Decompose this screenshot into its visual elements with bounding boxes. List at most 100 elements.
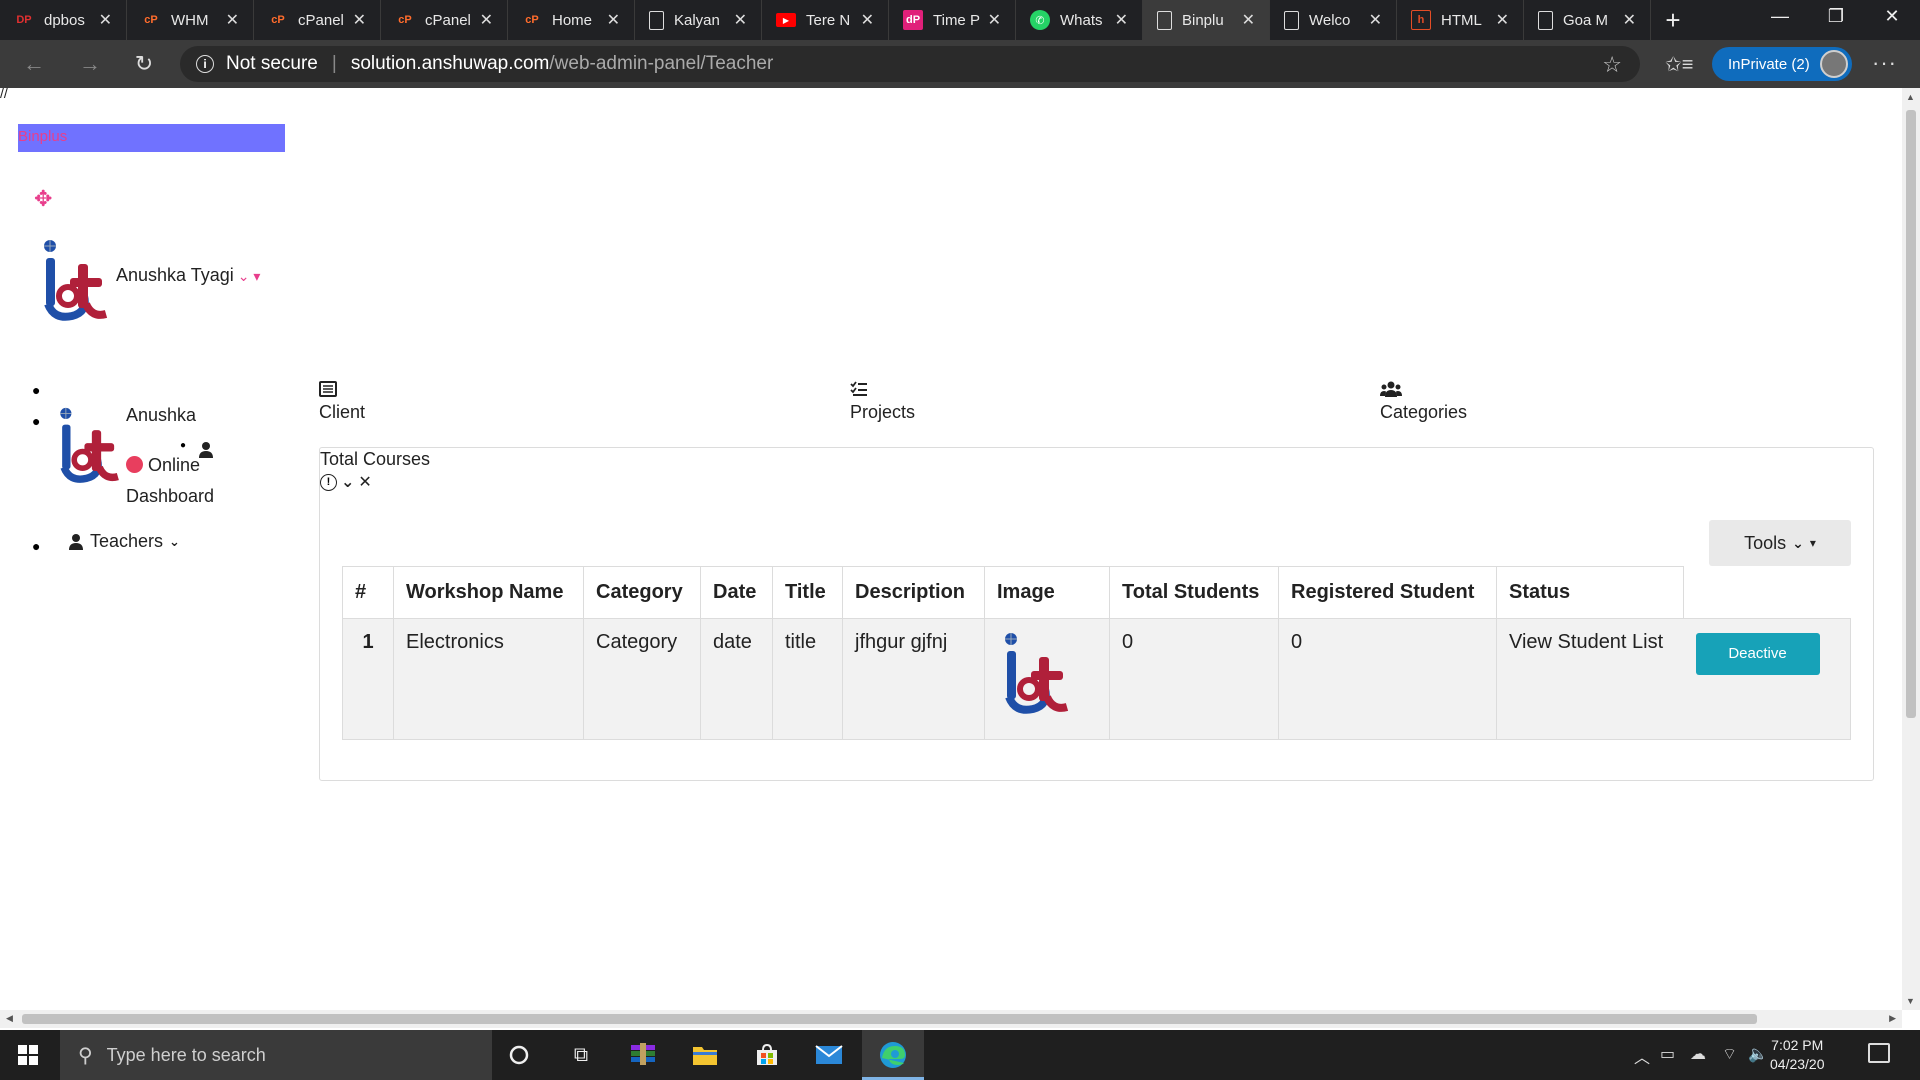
browser-tab[interactable]: cP cPanel ✕ — [381, 0, 508, 40]
brand-bar[interactable]: Binplus — [18, 124, 285, 152]
deactive-button[interactable]: Deactive — [1695, 633, 1820, 675]
nav-projects[interactable]: Projects — [850, 378, 915, 423]
refresh-icon[interactable]: ↻ — [128, 48, 160, 80]
tools-dropdown-button[interactable]: Tools ⌄ ▾ — [1709, 520, 1851, 566]
title-cell: title — [772, 618, 843, 740]
view-student-list-link[interactable]: View Student List — [1496, 618, 1684, 740]
close-icon[interactable]: ✕ — [1496, 10, 1509, 30]
dp-favicon-icon: DP — [16, 14, 32, 26]
scroll-right-icon[interactable]: ▶ — [1889, 1013, 1896, 1024]
back-icon[interactable]: ← — [18, 48, 50, 80]
taskbar: ⚲ Type here to search ⧉ ︿ ▭ ☁ ⌔ 🔈 7:02 P… — [0, 1030, 1920, 1080]
close-icon[interactable]: ✕ — [353, 10, 366, 30]
browser-tab[interactable]: cP Home ✕ — [508, 0, 635, 40]
taskbar-search-input[interactable]: ⚲ Type here to search — [60, 1030, 492, 1080]
store-icon[interactable] — [752, 1040, 782, 1070]
url-host: solution.anshuwap.com — [350, 53, 550, 74]
clock[interactable]: 7:02 PM 04/23/20 — [1770, 1036, 1825, 1074]
favorites-icon[interactable]: ✩≡ — [1665, 52, 1693, 77]
column-header: Total Students — [1109, 566, 1279, 619]
sidebar-item-teachers[interactable]: Teachers ⌄ — [68, 531, 180, 552]
user-menu[interactable]: Anushka Tyagi ⌄ ▾ — [116, 265, 260, 286]
scroll-down-icon[interactable]: ▼ — [1906, 996, 1915, 1006]
minimize-icon[interactable]: — — [1752, 0, 1808, 32]
close-icon[interactable]: ✕ — [988, 10, 1001, 30]
wifi-icon[interactable]: ⌔ — [1722, 1044, 1737, 1064]
tab-title: Tere N — [806, 11, 851, 29]
vertical-scrollbar[interactable]: ▲ ▼ — [1902, 88, 1920, 1010]
battery-icon[interactable]: ▭ — [1660, 1044, 1675, 1064]
sidebar-user-name: Anushka — [126, 405, 197, 425]
horizontal-scrollbar[interactable]: ◀ ▶ — [0, 1010, 1902, 1028]
logo-icon — [44, 240, 108, 321]
nav-client[interactable]: Client — [319, 378, 365, 423]
close-icon[interactable]: ✕ — [1242, 10, 1255, 30]
scroll-left-icon[interactable]: ◀ — [6, 1013, 13, 1024]
browser-tab[interactable]: Welco ✕ — [1270, 0, 1397, 40]
close-icon[interactable]: ✕ — [226, 10, 239, 30]
browser-tab[interactable]: dP Time P ✕ — [889, 0, 1016, 40]
tab-title: Whats — [1060, 11, 1103, 29]
online-status-label: Online — [148, 455, 201, 475]
sidebar-logo-icon — [60, 407, 119, 483]
inprivate-button[interactable]: InPrivate (2) — [1712, 47, 1852, 81]
close-icon[interactable]: ✕ — [1115, 10, 1128, 30]
windows-start-icon[interactable] — [18, 1045, 38, 1065]
nav-categories[interactable]: Categories — [1380, 378, 1467, 423]
edge-taskbar-button[interactable] — [862, 1030, 924, 1080]
browser-tab-strip: DP dpbos ✕ cP WHM ✕ cP cPanel ✕ cP cPane… — [0, 0, 1920, 40]
close-icon[interactable]: ✕ — [1623, 10, 1636, 30]
task-view-icon[interactable]: ⧉ — [566, 1040, 596, 1070]
close-icon[interactable]: ✕ — [99, 10, 112, 30]
forward-icon[interactable]: → — [74, 48, 106, 80]
info-icon[interactable]: ! — [320, 473, 337, 491]
list-bullet: ● — [32, 382, 41, 398]
dp-favicon-icon: dP — [903, 10, 923, 30]
browser-tab[interactable]: Kalyan ✕ — [635, 0, 762, 40]
close-icon[interactable]: ✕ — [607, 10, 620, 30]
new-tab-button[interactable]: + — [1651, 0, 1695, 40]
star-icon[interactable]: ☆ — [1602, 52, 1622, 78]
close-icon[interactable]: ✕ — [480, 10, 493, 30]
volume-icon[interactable]: 🔈 — [1748, 1044, 1768, 1064]
url-field[interactable]: i Not secure | solution.anshuwap.com/web… — [180, 46, 1640, 82]
url-separator: | — [331, 53, 337, 74]
move-icon[interactable]: ✥ — [34, 186, 52, 212]
browser-tab[interactable]: Goa M ✕ — [1524, 0, 1651, 40]
notification-icon[interactable] — [1868, 1043, 1890, 1063]
tab-title: Binplu — [1182, 11, 1224, 29]
table-row: 1 Electronics Category date title jfhgur… — [342, 618, 1851, 740]
browser-tab[interactable]: ✆ Whats ✕ — [1016, 0, 1143, 40]
html-favicon-icon: h — [1411, 10, 1431, 30]
scroll-thumb[interactable] — [22, 1014, 1757, 1024]
description-cell: jfhgur gjfnj — [842, 618, 985, 740]
browser-tab-active[interactable]: Binplu ✕ — [1143, 0, 1270, 40]
sidebar-item-dashboard[interactable]: Dashboard — [126, 486, 214, 507]
action-cell: Deactive — [1683, 618, 1851, 740]
info-icon[interactable]: i — [196, 55, 214, 73]
browser-tab[interactable]: DP dpbos ✕ — [0, 0, 127, 40]
close-icon[interactable]: ✕ — [734, 10, 747, 30]
onedrive-icon[interactable]: ☁ — [1690, 1044, 1706, 1064]
mail-icon[interactable] — [814, 1040, 844, 1070]
close-icon[interactable]: ✕ — [861, 10, 874, 30]
page-favicon-icon — [649, 10, 664, 30]
show-hidden-icons-icon[interactable]: ︿ — [1634, 1044, 1650, 1068]
browser-tab[interactable]: cP cPanel ✕ — [254, 0, 381, 40]
column-header-blank — [1683, 566, 1851, 619]
scroll-up-icon[interactable]: ▲ — [1906, 92, 1915, 102]
cortana-icon[interactable] — [504, 1040, 534, 1070]
browser-tab[interactable]: cP WHM ✕ — [127, 0, 254, 40]
more-icon[interactable]: ··· — [1872, 50, 1897, 76]
browser-tab[interactable]: ▶ Tere N ✕ — [762, 0, 889, 40]
close-icon[interactable]: ✕ — [358, 472, 371, 492]
scroll-thumb[interactable] — [1906, 110, 1916, 718]
winrar-icon[interactable] — [628, 1040, 658, 1070]
close-icon[interactable]: ✕ — [1369, 10, 1382, 30]
browser-tab[interactable]: h HTML ✕ — [1397, 0, 1524, 40]
collapse-icon[interactable]: ⌄ — [341, 472, 354, 492]
restore-icon[interactable]: ❐ — [1808, 0, 1864, 32]
file-explorer-icon[interactable] — [690, 1040, 720, 1070]
close-window-icon[interactable]: ✕ — [1864, 0, 1920, 32]
security-label[interactable]: Not secure — [226, 53, 318, 75]
